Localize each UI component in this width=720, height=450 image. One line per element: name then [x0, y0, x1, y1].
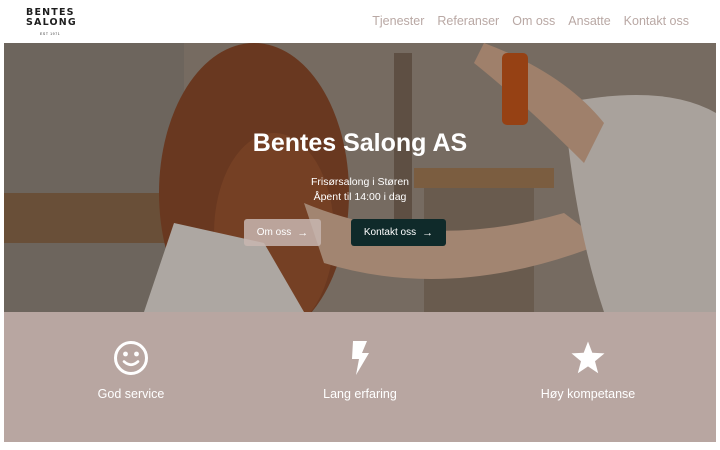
arrow-right-icon: → — [297, 226, 309, 239]
feature-label: God service — [97, 387, 165, 401]
nav-om-oss[interactable]: Om oss — [512, 14, 555, 28]
nav-kontakt-oss[interactable]: Kontakt oss — [624, 14, 689, 28]
opening-hours: Åpent til 14:00 i dag — [313, 191, 407, 203]
contact-button-label: Kontakt oss — [363, 227, 417, 238]
feature-label: Høy kompetanse — [540, 387, 636, 401]
hero-title: Bentes Salong AS — [252, 129, 468, 157]
lightning-icon — [352, 341, 369, 375]
hero-subtitle: Frisørsalong i Støren Åpent til 14:00 i … — [4, 175, 716, 205]
feature-lang-erfaring: Lang erfaring — [270, 340, 450, 401]
logo[interactable]: BENTES SALONG EST 1971 — [26, 8, 86, 37]
feature-label: Lang erfaring — [323, 387, 397, 401]
contact-button[interactable]: Kontakt oss → — [351, 219, 446, 246]
arrow-right-icon: → — [422, 226, 434, 239]
nav-referanser[interactable]: Referanser — [437, 14, 499, 28]
hero-section: Bentes Salong AS Frisørsalong i Støren Å… — [4, 43, 716, 312]
main-nav: Tjenester Referanser Om oss Ansatte Kont… — [372, 14, 689, 28]
smile-icon — [114, 341, 148, 375]
hero-tagline: Frisørsalong i Støren — [310, 176, 410, 188]
logo-est: EST 1971 — [40, 32, 61, 36]
about-button-label: Om oss — [256, 227, 292, 238]
features-section: God service Lang erfaring Høy kompetanse — [4, 312, 716, 442]
nav-ansatte[interactable]: Ansatte — [568, 14, 610, 28]
feature-god-service: God service — [41, 340, 221, 401]
site-header: BENTES SALONG EST 1971 Tjenester Referan… — [0, 0, 720, 43]
logo-line-2: SALONG — [26, 17, 77, 28]
about-button[interactable]: Om oss → — [244, 219, 321, 246]
feature-hoy-kompetanse: Høy kompetanse — [498, 340, 678, 401]
nav-tjenester[interactable]: Tjenester — [372, 14, 424, 28]
star-icon — [571, 341, 605, 374]
